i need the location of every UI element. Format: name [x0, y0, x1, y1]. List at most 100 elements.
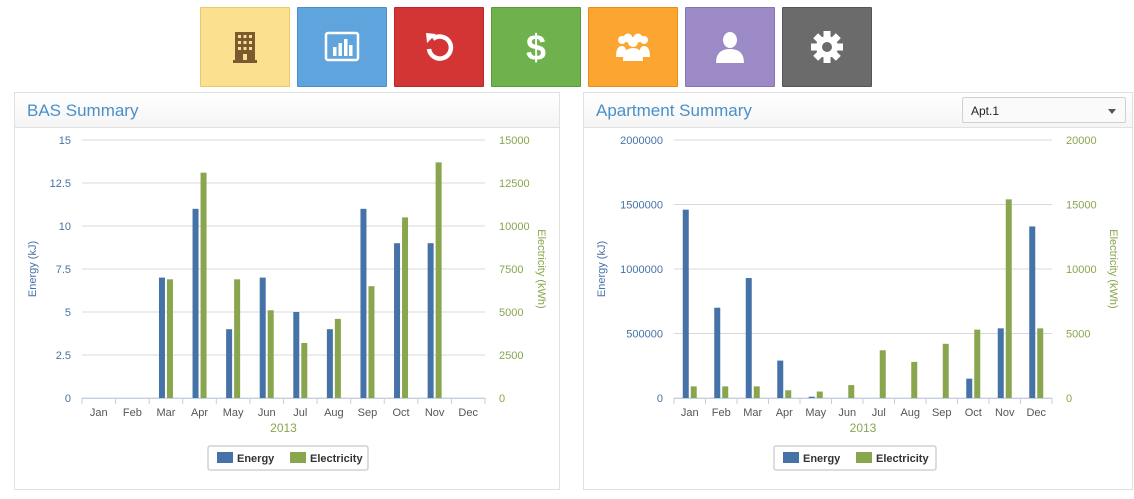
y-left-tick-label: 0 — [657, 393, 663, 405]
panel-title: BAS Summary — [27, 101, 139, 120]
y-left-tick-label: 2.5 — [56, 350, 71, 362]
x-tick-label: Jun — [838, 407, 856, 419]
bas-summary-chart: 0 2.5 5 7.5 10 12.5 15 0 2500 5000 7500 10000 12500 1… — [27, 135, 547, 471]
x-tick-label: Jan — [90, 407, 108, 419]
energy-bar — [192, 208, 199, 398]
x-tick-label: Sep — [932, 407, 952, 419]
energy-bar — [360, 208, 367, 398]
electricity-bar — [848, 385, 855, 398]
refresh-button[interactable] — [394, 7, 484, 87]
x-axis-title: 2013 — [850, 421, 877, 435]
electricity-bar — [974, 329, 981, 398]
bas-summary-panel: BAS Summary 0 2.5 5 7.5 10 12.5 15 0 2500 5000 750… — [14, 92, 560, 490]
user-button[interactable] — [685, 7, 775, 87]
dollar-icon: $ — [526, 27, 546, 67]
electricity-bar — [816, 391, 823, 398]
dollar-button[interactable]: $ — [491, 7, 581, 87]
x-tick-label: Aug — [324, 407, 344, 419]
y-right-tick-label: 0 — [499, 393, 505, 405]
electricity-bar — [722, 386, 729, 398]
electricity-bar — [753, 386, 760, 398]
energy-bar — [682, 209, 689, 398]
y-left-tick-label: 5 — [65, 307, 71, 319]
x-tick-label: Nov — [425, 407, 445, 419]
electricity-bar — [166, 279, 173, 398]
electricity-bar — [879, 350, 886, 398]
y-left-axis-title: Energy (kJ) — [596, 241, 608, 297]
y-right-tick-label: 2500 — [499, 350, 523, 362]
svg-text:$: $ — [526, 27, 546, 67]
electricity-bar — [785, 390, 792, 398]
electricity-bar — [368, 286, 375, 398]
y-right-tick-label: 5000 — [1066, 329, 1090, 341]
group-button[interactable] — [588, 7, 678, 87]
y-right-tick-label: 10000 — [499, 221, 530, 233]
energy-bar — [427, 243, 434, 398]
energy-bar — [226, 329, 233, 398]
x-tick-label: Dec — [458, 407, 478, 419]
x-tick-label: May — [223, 407, 244, 419]
y-left-tick-label: 1000000 — [620, 264, 663, 276]
y-right-tick-label: 5000 — [499, 307, 523, 319]
legend-label-electricity: Electricity — [310, 453, 363, 465]
y-left-axis-title: Energy (kJ) — [27, 241, 39, 297]
energy-bar — [966, 378, 973, 398]
y-left-tick-label: 10 — [59, 221, 71, 233]
bar-chart-button[interactable] — [297, 7, 387, 87]
y-right-tick-label: 15000 — [499, 135, 530, 147]
x-tick-label: Oct — [392, 407, 409, 419]
y-right-tick-label: 12500 — [499, 178, 530, 190]
panel-title: Apartment Summary — [596, 101, 752, 120]
energy-bar — [997, 328, 1004, 398]
electricity-bar — [911, 361, 918, 398]
energy-bar — [745, 278, 752, 398]
legend-label-energy: Energy — [237, 453, 275, 465]
x-tick-label: Dec — [1026, 407, 1046, 419]
y-right-tick-label: 0 — [1066, 393, 1072, 405]
electricity-bar — [301, 342, 308, 398]
apartment-select[interactable]: Apt.1 — [962, 97, 1126, 123]
y-left-tick-label: 500000 — [626, 329, 663, 341]
x-tick-label: Oct — [965, 407, 982, 419]
y-left-tick-label: 15 — [59, 135, 71, 147]
x-tick-label: Apr — [776, 407, 793, 419]
x-tick-label: Jul — [872, 407, 886, 419]
chart-legend: Energy Electricity — [207, 445, 369, 471]
legend-label-electricity: Electricity — [876, 453, 929, 465]
x-tick-label: Apr — [191, 407, 208, 419]
x-tick-label: Jul — [293, 407, 307, 419]
electricity-bar — [690, 386, 697, 398]
electricity-bar — [200, 172, 207, 398]
energy-bar — [808, 396, 815, 398]
electricity-bar — [1005, 199, 1012, 398]
y-right-tick-label: 15000 — [1066, 200, 1097, 212]
apartment-summary-panel: Apartment Summary Apt.1 0 500000 1000000 15… — [583, 92, 1133, 490]
x-tick-label: Jan — [681, 407, 699, 419]
energy-bar — [1029, 226, 1036, 398]
toolbar: $ — [200, 7, 876, 87]
legend-swatch-electricity — [856, 452, 872, 463]
electricity-bar — [267, 310, 274, 398]
x-tick-label: Jun — [258, 407, 276, 419]
y-left-tick-label: 7.5 — [56, 264, 71, 276]
energy-bar — [259, 277, 266, 398]
y-right-tick-label: 20000 — [1066, 135, 1097, 147]
refresh-icon — [426, 33, 454, 61]
x-axis-title: 2013 — [270, 421, 297, 435]
electricity-bar — [234, 279, 241, 398]
energy-bar — [326, 329, 333, 398]
legend-swatch-electricity — [290, 452, 306, 463]
legend-swatch-energy — [217, 452, 233, 463]
legend-label-energy: Energy — [803, 453, 841, 465]
y-left-tick-label: 2000000 — [620, 135, 663, 147]
y-left-tick-label: 12.5 — [50, 178, 71, 190]
electricity-bar — [334, 318, 341, 398]
energy-bar — [158, 277, 165, 398]
x-tick-label: Aug — [900, 407, 920, 419]
gear-icon — [811, 31, 843, 63]
electricity-bar — [402, 217, 409, 398]
building-button[interactable] — [200, 7, 290, 87]
bas-summary-header: BAS Summary — [15, 93, 559, 128]
x-tick-label: Mar — [156, 407, 175, 419]
settings-button[interactable] — [782, 7, 872, 87]
